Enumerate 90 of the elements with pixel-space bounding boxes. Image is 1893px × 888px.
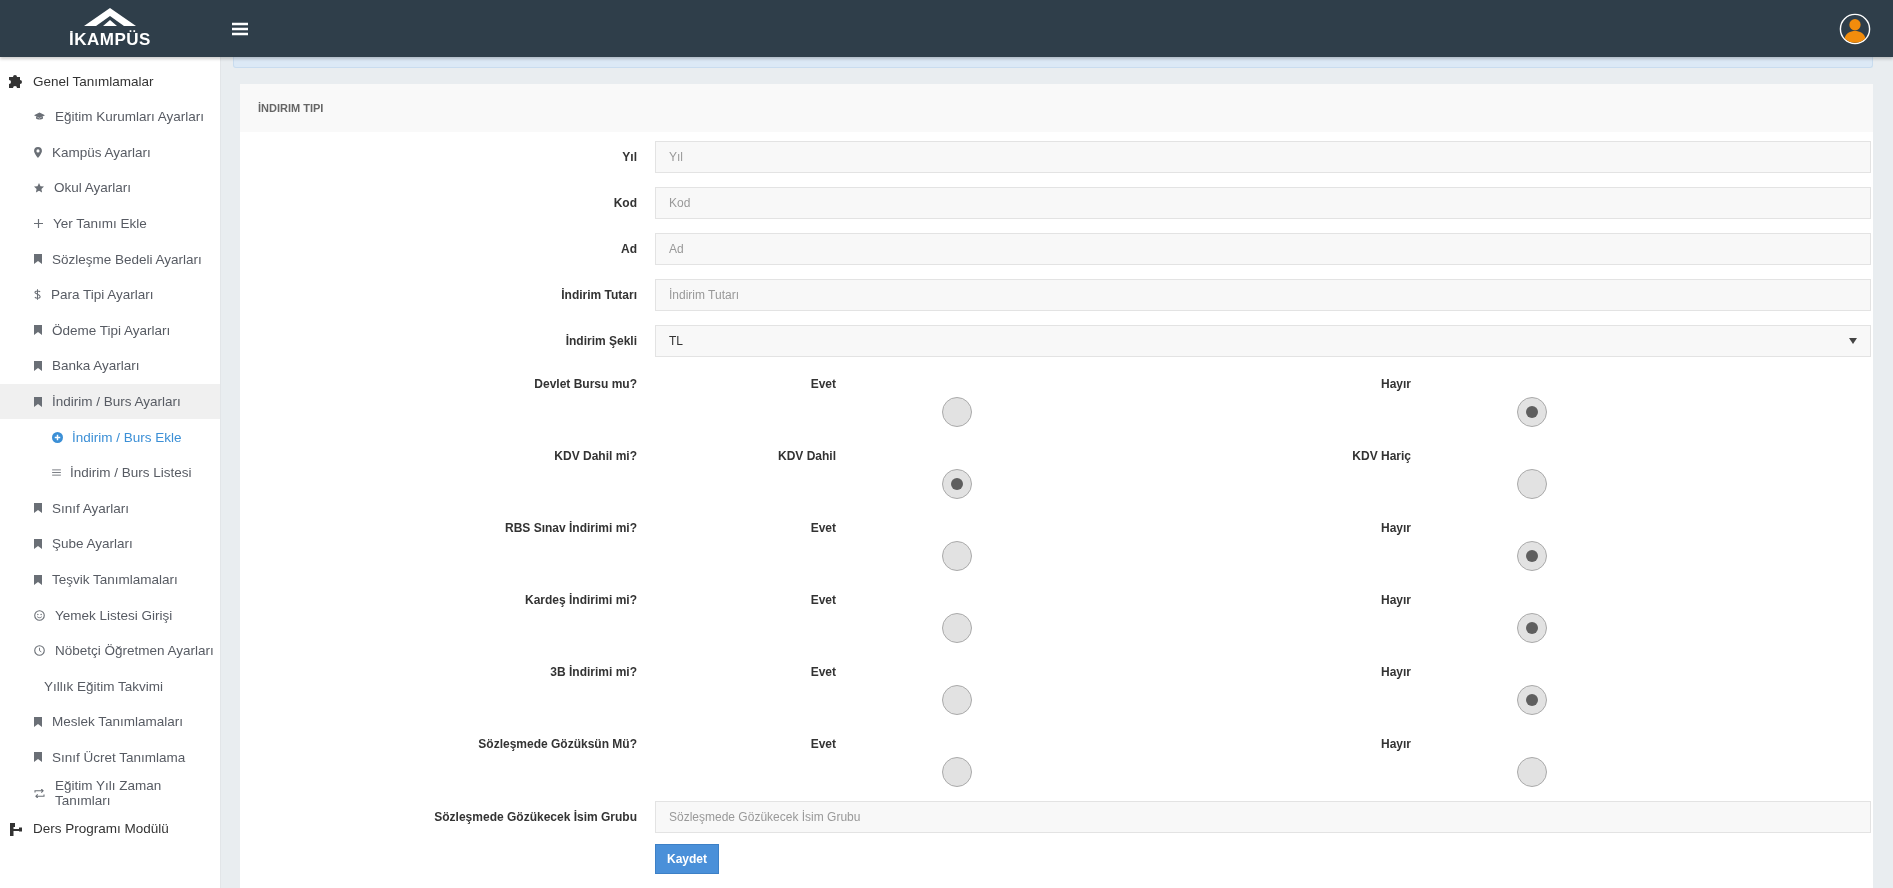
sidebar-item[interactable]: Teşvik Tanımlamaları bbox=[0, 561, 220, 598]
sidebar-item[interactable]: Şube Ayarları bbox=[0, 526, 220, 562]
caret-icon bbox=[1849, 338, 1857, 344]
option-label: Hayır bbox=[1379, 520, 1411, 535]
field-label: Ad bbox=[620, 242, 637, 256]
sidebar-item[interactable]: Yıllık Eğitim Takvimi bbox=[0, 668, 220, 705]
field-label: İndirim Şekli bbox=[564, 334, 637, 348]
radio-button[interactable] bbox=[1517, 685, 1547, 715]
field-label: RBS Sınav İndirimi mi? bbox=[503, 520, 637, 535]
star-icon bbox=[34, 183, 44, 193]
option-label: Hayır bbox=[1379, 376, 1411, 391]
dollar-icon bbox=[34, 289, 41, 301]
radio-button[interactable] bbox=[942, 397, 972, 427]
sidebar-section[interactable]: Genel Tanımlamalar bbox=[0, 63, 220, 99]
text-field[interactable]: Sözleşmede Gözükecek İsim Grubu bbox=[655, 801, 1871, 833]
dropdown-field[interactable]: TL bbox=[655, 325, 1871, 357]
sidebar-item[interactable]: Kampüs Ayarları bbox=[0, 134, 220, 171]
radio-button[interactable] bbox=[942, 613, 972, 643]
sidebar-item[interactable]: Sınıf Ayarları bbox=[0, 490, 220, 527]
map-pin-icon bbox=[34, 146, 42, 158]
option-label: Evet bbox=[809, 736, 836, 751]
radio-button[interactable] bbox=[942, 757, 972, 787]
plus-icon bbox=[34, 219, 43, 229]
radio-button[interactable] bbox=[1517, 613, 1547, 643]
option-label: KDV Dahil bbox=[777, 448, 836, 463]
sidebar-item[interactable]: Yer Tanımı Ekle bbox=[0, 205, 220, 242]
bookmark-icon bbox=[34, 325, 42, 336]
repeat-icon bbox=[34, 788, 45, 798]
list-icon bbox=[52, 469, 61, 477]
sidebar-item[interactable]: Yemek Listesi Girişi bbox=[0, 597, 220, 633]
text-field[interactable]: Kod bbox=[655, 187, 1871, 219]
plus-circle-icon bbox=[52, 431, 63, 443]
sidebar-item[interactable]: Ödeme Tipi Ayarları bbox=[0, 312, 220, 349]
field-label: 3B İndirimi mi? bbox=[549, 664, 637, 679]
radio-button[interactable] bbox=[942, 469, 972, 499]
sidebar-section[interactable]: Ders Programı Modülü bbox=[0, 810, 220, 847]
option-label: Evet bbox=[809, 664, 836, 679]
bookmark-icon bbox=[34, 574, 42, 585]
sidebar-item[interactable]: Okul Ayarları bbox=[0, 170, 220, 206]
logo-text: İKAMPÜS bbox=[69, 31, 151, 49]
radio-button[interactable] bbox=[942, 685, 972, 715]
option-label: Hayır bbox=[1379, 664, 1411, 679]
radio-button[interactable] bbox=[942, 541, 972, 571]
clock-icon bbox=[34, 645, 45, 657]
sidebar-item[interactable]: Banka Ayarları bbox=[0, 348, 220, 384]
sidebar-item[interactable]: Sınıf Ücret Tanımlama bbox=[0, 739, 220, 776]
field-label: Sözleşmede Gözüksün Mü? bbox=[477, 736, 637, 751]
graduation-cap-icon bbox=[34, 112, 45, 122]
radio-button[interactable] bbox=[1517, 397, 1547, 427]
bookmark-icon bbox=[34, 254, 42, 265]
option-label: Hayır bbox=[1379, 736, 1411, 751]
option-label: Hayır bbox=[1379, 592, 1411, 607]
sidebar-item[interactable]: Eğitim Yılı Zaman Tanımları bbox=[0, 775, 220, 811]
field-label: Yıl bbox=[621, 150, 637, 164]
sidebar-item[interactable]: Para Tipi Ayarları bbox=[0, 276, 220, 313]
bookmark-icon bbox=[34, 538, 42, 549]
field-label: Kod bbox=[612, 196, 637, 210]
user-avatar-icon[interactable] bbox=[1839, 12, 1871, 45]
bookmark-icon bbox=[34, 396, 42, 407]
sidebar-subitem[interactable]: İndirim / Burs Ekle bbox=[0, 419, 220, 455]
sidebar-item[interactable]: Eğitim Kurumları Ayarları bbox=[0, 99, 220, 135]
option-label: Evet bbox=[809, 376, 836, 391]
puzzle-icon bbox=[9, 74, 23, 88]
option-label: KDV Hariç bbox=[1351, 448, 1411, 463]
sidebar-item[interactable]: Meslek Tanımlamaları bbox=[0, 704, 220, 740]
field-label: Sözleşmede Gözükecek İsim Grubu bbox=[433, 810, 637, 824]
sidebar-item[interactable]: Sözleşme Bedeli Ayarları bbox=[0, 241, 220, 277]
radio-button[interactable] bbox=[1517, 469, 1547, 499]
radio-button[interactable] bbox=[1517, 541, 1547, 571]
menu-icon[interactable] bbox=[232, 21, 248, 36]
option-label: Evet bbox=[809, 592, 836, 607]
bookmark-icon bbox=[34, 716, 42, 727]
bookmark-icon bbox=[34, 503, 42, 514]
option-label: Evet bbox=[809, 520, 836, 535]
text-field[interactable]: Yıl bbox=[655, 141, 1871, 173]
radio-button[interactable] bbox=[1517, 757, 1547, 787]
field-label: İndirim Tutarı bbox=[560, 288, 637, 302]
bookmark-icon bbox=[34, 360, 42, 371]
text-field[interactable]: Ad bbox=[655, 233, 1871, 265]
field-label: Devlet Bursu mu? bbox=[533, 376, 637, 391]
sidebar-subitem[interactable]: İndirim / Burs Listesi bbox=[0, 454, 220, 491]
smiley-icon bbox=[34, 609, 45, 621]
card-title: İNDIRIM TIPI bbox=[258, 102, 324, 114]
text-field[interactable]: İndirim Tutarı bbox=[655, 279, 1871, 311]
sitemap-icon bbox=[9, 821, 23, 836]
field-label: KDV Dahil mi? bbox=[553, 448, 637, 463]
sidebar-item[interactable]: İndirim / Burs Ayarları bbox=[0, 383, 220, 420]
sidebar-item[interactable]: Nöbetçi Öğretmen Ayarları bbox=[0, 632, 220, 669]
bookmark-icon bbox=[34, 752, 42, 763]
field-label: Kardeş İndirimi mi? bbox=[523, 592, 637, 607]
